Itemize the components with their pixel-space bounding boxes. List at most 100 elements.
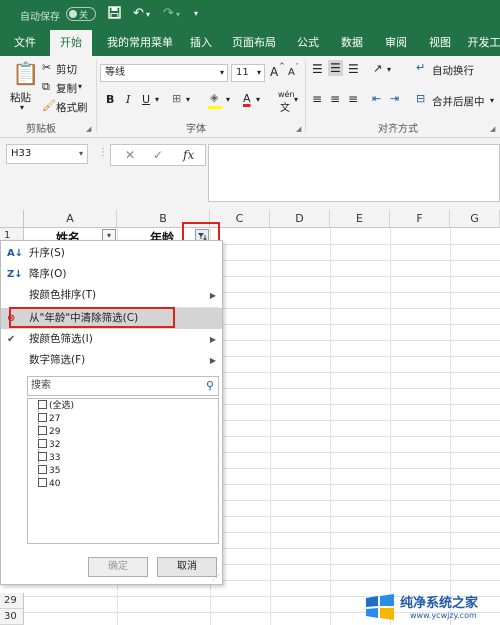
decrease-indent-icon[interactable]: ⇤: [372, 92, 381, 105]
underline-dropdown-icon[interactable]: ▾: [155, 95, 159, 104]
checkbox[interactable]: [38, 413, 47, 422]
fill-color-dropdown-icon[interactable]: ▾: [226, 95, 230, 104]
menu-sort-by-color[interactable]: 按颜色排序(T) ▶: [1, 285, 222, 306]
column-header-d[interactable]: D: [270, 210, 330, 228]
tab-file[interactable]: 文件: [6, 30, 44, 56]
cancel-icon[interactable]: ✕: [125, 148, 135, 162]
underline-button[interactable]: U: [142, 93, 150, 106]
tab-review[interactable]: 审阅: [378, 30, 414, 56]
autosave-toggle[interactable]: 关: [66, 7, 96, 21]
italic-button[interactable]: I: [126, 93, 130, 106]
list-item[interactable]: 29: [38, 426, 60, 439]
merge-dropdown-icon[interactable]: ▾: [490, 96, 494, 105]
checkbox[interactable]: [38, 452, 47, 461]
customize-toolbar-icon[interactable]: ▾: [194, 9, 198, 18]
phonetic-icon[interactable]: wén: [278, 90, 295, 99]
shrink-font-icon[interactable]: A: [288, 67, 295, 78]
row-header-29[interactable]: 29: [0, 593, 24, 609]
redo-dropdown-icon[interactable]: ▾: [176, 10, 180, 19]
list-item[interactable]: 40: [38, 478, 60, 491]
font-name-select[interactable]: 等线 ▾: [100, 64, 228, 82]
orientation-icon[interactable]: ↗: [373, 62, 382, 75]
tab-formulas[interactable]: 公式: [290, 30, 326, 56]
menu-sort-ascending[interactable]: A↓ 升序(S): [1, 243, 222, 264]
checkbox[interactable]: [38, 478, 47, 487]
resize-grip-icon[interactable]: ⋰: [212, 573, 220, 582]
border-dropdown-icon[interactable]: ▾: [186, 95, 190, 104]
format-painter-label[interactable]: 格式刷: [56, 100, 88, 115]
paste-icon[interactable]: 📋: [12, 62, 39, 87]
merge-center-label[interactable]: 合并后居中: [432, 94, 485, 109]
column-header-g[interactable]: G: [450, 210, 500, 228]
tab-favorites[interactable]: 我的常用菜单: [98, 30, 182, 56]
select-all-corner[interactable]: [0, 210, 24, 228]
tab-page-layout[interactable]: 页面布局: [226, 30, 282, 56]
font-launcher-icon[interactable]: ◢: [296, 125, 301, 133]
bold-button[interactable]: B: [106, 93, 114, 106]
align-bottom-icon[interactable]: ☰: [348, 62, 359, 76]
cut-icon[interactable]: ✂: [42, 61, 51, 74]
filter-search-input[interactable]: 搜索 ⚲: [27, 376, 219, 396]
undo-icon[interactable]: ↶: [133, 6, 144, 21]
column-header-f[interactable]: F: [390, 210, 450, 228]
alignment-launcher-icon[interactable]: ◢: [490, 125, 495, 133]
tab-view[interactable]: 视图: [422, 30, 458, 56]
menu-number-filters[interactable]: 数字筛选(F) ▶: [1, 350, 222, 371]
list-item[interactable]: 32: [38, 439, 60, 452]
wrap-text-label[interactable]: 自动换行: [432, 63, 474, 78]
format-painter-icon[interactable]: 🖌: [42, 99, 56, 112]
border-icon[interactable]: ⊞: [172, 92, 181, 105]
cut-label[interactable]: 剪切: [56, 62, 77, 77]
tab-insert[interactable]: 插入: [184, 30, 218, 56]
list-item[interactable]: (全选): [38, 400, 74, 413]
row-header-30[interactable]: 30: [0, 609, 24, 625]
menu-filter-by-color[interactable]: ✔ 按颜色筛选(I) ▶: [1, 329, 222, 350]
save-icon[interactable]: [108, 6, 121, 23]
search-icon: ⚲: [205, 379, 214, 392]
list-item[interactable]: 33: [38, 452, 60, 465]
name-box[interactable]: H33 ▾: [6, 144, 88, 164]
font-size-select[interactable]: 11 ▾: [231, 64, 265, 82]
formula-input[interactable]: [208, 144, 500, 202]
insert-function-icon[interactable]: fx: [183, 148, 194, 162]
cancel-button[interactable]: 取消: [157, 557, 217, 577]
tab-home[interactable]: 开始: [50, 30, 92, 56]
wrap-text-icon[interactable]: ↵: [416, 61, 425, 74]
align-right-icon[interactable]: ≡: [348, 92, 358, 106]
menu-sort-descending[interactable]: Z↓ 降序(O): [1, 264, 222, 285]
align-top-icon[interactable]: ☰: [312, 62, 323, 76]
tab-data[interactable]: 数据: [334, 30, 370, 56]
phonetic-dropdown-icon[interactable]: ▾: [294, 95, 298, 104]
list-item[interactable]: 35: [38, 465, 60, 478]
copy-icon[interactable]: ⧉: [42, 80, 50, 94]
merge-center-icon[interactable]: ⊟: [416, 92, 425, 105]
checkbox[interactable]: [38, 465, 47, 474]
clipboard-launcher-icon[interactable]: ◢: [86, 125, 91, 133]
copy-label[interactable]: 复制: [56, 81, 77, 96]
column-header-e[interactable]: E: [330, 210, 390, 228]
enter-icon[interactable]: ✓: [153, 148, 163, 162]
checkbox[interactable]: [38, 400, 47, 409]
tab-developer[interactable]: 开发工: [464, 30, 500, 56]
grow-font-icon[interactable]: A: [270, 65, 278, 79]
increase-indent-icon[interactable]: ⇥: [390, 92, 399, 105]
orientation-dropdown-icon[interactable]: ▾: [387, 65, 391, 74]
align-left-icon[interactable]: ≡: [312, 92, 322, 106]
checkbox[interactable]: [38, 439, 47, 448]
align-center-icon[interactable]: ≡: [330, 92, 340, 106]
font-color-dropdown-icon[interactable]: ▾: [256, 95, 260, 104]
checkbox[interactable]: [38, 426, 47, 435]
font-color-icon[interactable]: A: [243, 92, 251, 105]
fill-color-icon[interactable]: ◈: [210, 91, 218, 104]
copy-dropdown-icon[interactable]: ▾: [78, 82, 82, 91]
undo-dropdown-icon[interactable]: ▾: [146, 10, 150, 19]
drag-handle-icon[interactable]: ⋮: [98, 147, 108, 158]
align-middle-icon[interactable]: ☰: [328, 60, 343, 76]
list-label: 40: [49, 479, 61, 489]
ok-button[interactable]: 确定: [88, 557, 148, 577]
column-header-a[interactable]: A: [24, 210, 117, 228]
list-item[interactable]: 27: [38, 413, 60, 426]
redo-icon[interactable]: ↷: [163, 6, 174, 21]
paste-dropdown-icon[interactable]: ▾: [20, 103, 24, 112]
chevron-down-icon: ▾: [219, 68, 224, 77]
